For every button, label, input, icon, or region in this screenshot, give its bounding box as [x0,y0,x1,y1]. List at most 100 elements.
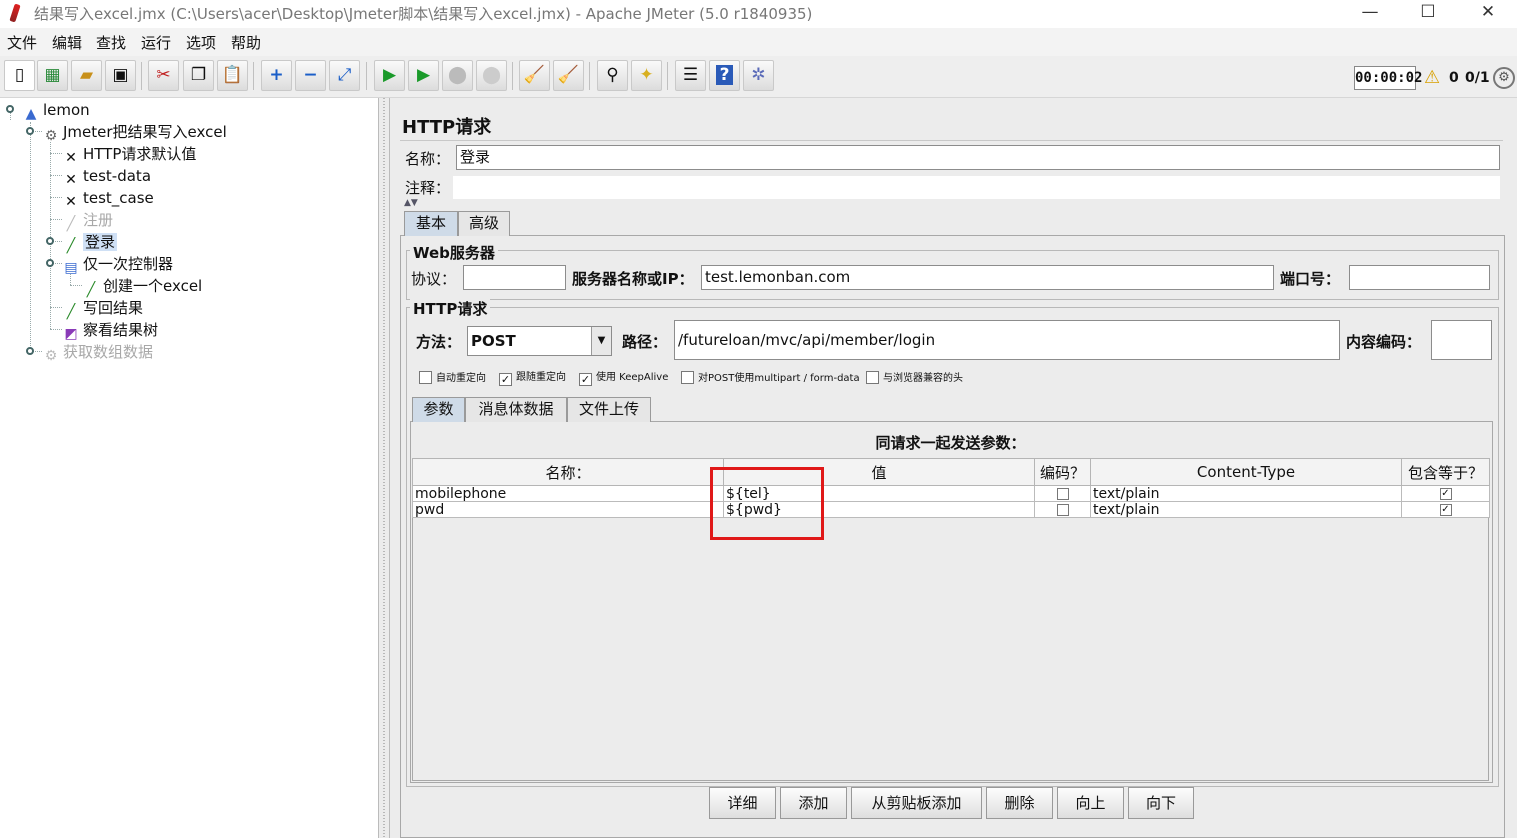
tree-node-view-results[interactable]: ◩ 察看结果树 [62,320,158,342]
protocol-field[interactable] [463,265,566,290]
param-name[interactable]: mobilephone [412,485,724,502]
checkbox[interactable] [419,371,432,384]
copy-icon[interactable]: ❐ [183,60,214,91]
toggle-icon[interactable]: ⤢ [329,60,360,91]
comment-field[interactable] [452,175,1501,200]
close-button[interactable]: ✕ [1459,0,1517,28]
tree-toggle-login[interactable] [46,237,54,245]
tree-node-test-data[interactable]: ✕ test-data [62,166,151,188]
col-encode[interactable]: 编码？ [1034,458,1091,486]
checkbox[interactable] [1056,487,1069,500]
tree-node-http-defaults[interactable]: ✕ HTTP请求默认值 [62,144,196,166]
option-multipart[interactable]: 对POST使用multipart / form-data [681,371,860,386]
checkbox-checked[interactable]: ✓ [1439,487,1452,500]
param-content-type[interactable]: text/plain [1090,485,1402,502]
menu-run[interactable]: 运行 [141,32,171,53]
test-plan-tree: ▲ lemon ⚙ Jmeter把结果写入excel ✕ HTTP请求默认值 ✕ tes… [0,98,378,838]
add-from-clipboard-button[interactable]: 从剪贴板添加 [851,787,982,819]
tree-node-test-plan[interactable]: ▲ lemon [22,100,90,122]
add-button[interactable]: 添加 [780,787,847,819]
option-follow-redirect[interactable]: ✓ 跟随重定向 [499,371,566,386]
stop-icon[interactable]: ⬤ [442,60,473,91]
col-content-type[interactable]: Content-Type [1090,458,1402,486]
param-content-type[interactable]: text/plain [1090,501,1402,518]
collapse-arrows-icon[interactable]: ▲▼ [404,198,418,208]
start-no-pause-icon[interactable]: ▶ [408,60,439,91]
name-field[interactable]: 登录 [456,145,1500,170]
table-row[interactable]: mobilephone ${tel} text/plain ✓ [412,485,1490,502]
param-encode[interactable] [1034,501,1091,518]
menu-help[interactable]: 帮助 [231,32,261,53]
checkbox[interactable] [866,371,879,384]
table-row[interactable]: pwd ${pwd} text/plain ✓ [412,501,1490,518]
param-name[interactable]: pwd [412,501,724,518]
new-icon[interactable]: ▯ [4,60,35,91]
menu-search[interactable]: 查找 [96,32,126,53]
col-include-equals[interactable]: 包含等于？ [1401,458,1490,486]
help-icon[interactable]: ? [709,60,740,91]
col-name[interactable]: 名称： [412,458,724,486]
clear-all-icon[interactable]: 🧹 [553,60,584,91]
tab-basic[interactable]: 基本 [404,211,458,236]
templates-icon[interactable]: ▦ [37,60,68,91]
tree-toggle-lemon[interactable] [6,105,14,113]
warning-icon[interactable]: ⚠ [1424,67,1440,88]
tab-advanced[interactable]: 高级 [458,211,510,236]
content-encoding-field[interactable] [1431,320,1492,360]
checkbox-checked[interactable]: ✓ [1439,503,1452,516]
port-field[interactable] [1349,265,1490,290]
option-keepalive[interactable]: ✓ 使用 KeepAlive [579,371,668,386]
tab-body-data[interactable]: 消息体数据 [465,397,567,422]
tab-file-upload[interactable]: 文件上传 [567,397,651,422]
option-browser-headers[interactable]: 与浏览器兼容的头 [866,371,963,386]
tree-toggle-once-controller[interactable] [46,259,54,267]
method-select[interactable]: POST ▼ [467,326,612,356]
paste-icon[interactable]: 📋 [217,60,248,91]
detail-button[interactable]: 详细 [709,787,776,819]
tree-toggle-get-array[interactable] [26,347,34,355]
checkbox-checked[interactable]: ✓ [579,373,592,386]
function-helper-icon[interactable]: ☰ [675,60,706,91]
tree-node-write-result[interactable]: ╱ 写回结果 [62,298,143,320]
tree-node-create-excel[interactable]: ╱ 创建一个excel [82,276,202,298]
menu-file[interactable]: 文件 [7,32,37,53]
checkbox-checked[interactable]: ✓ [499,373,512,386]
tab-parameters[interactable]: 参数 [412,397,465,422]
minimize-button[interactable]: — [1341,0,1399,28]
tree-node-get-array[interactable]: ⚙ 获取数组数据 [42,342,153,364]
collapse-icon[interactable]: − [295,60,326,91]
tree-node-once-controller[interactable]: ▤ 仅一次控制器 [62,254,173,276]
open-icon[interactable]: ▰ [71,60,102,91]
move-up-button[interactable]: 向上 [1057,787,1124,819]
tree-toggle-thread-group[interactable] [26,127,34,135]
start-icon[interactable]: ▶ [374,60,405,91]
path-field[interactable]: /futureloan/mvc/api/member/login [674,320,1340,360]
chevron-down-icon[interactable]: ▼ [591,327,611,355]
expand-icon[interactable]: + [261,60,292,91]
maximize-button[interactable]: ☐ [1399,0,1457,28]
tree-node-thread-group[interactable]: ⚙ Jmeter把结果写入excel [42,122,227,144]
menu-options[interactable]: 选项 [186,32,216,53]
param-include-equals[interactable]: ✓ [1401,485,1490,502]
param-encode[interactable] [1034,485,1091,502]
option-auto-redirect[interactable]: 自动重定向 [419,371,486,386]
tree-node-test-case[interactable]: ✕ test_case [62,188,154,210]
cut-icon[interactable]: ✂ [148,60,179,91]
clear-icon[interactable]: 🧹 [519,60,550,91]
remote-icon[interactable]: ✲ [743,60,774,91]
move-down-button[interactable]: 向下 [1128,787,1194,819]
shutdown-icon[interactable]: ⬤ [476,60,507,91]
tree-node-login[interactable]: ╱ 登录 [62,232,118,254]
menu-edit[interactable]: 编辑 [52,32,82,53]
delete-button[interactable]: 删除 [986,787,1053,819]
menu-bar: 文件 编辑 查找 运行 选项 帮助 [0,28,1517,56]
server-field[interactable]: test.lemonban.com [701,265,1274,290]
checkbox[interactable] [681,371,694,384]
split-pane-divider[interactable] [378,98,390,838]
checkbox[interactable] [1056,503,1069,516]
param-include-equals[interactable]: ✓ [1401,501,1490,518]
reset-search-icon[interactable]: ✦ [631,60,662,91]
save-icon[interactable]: ▣ [105,60,136,91]
tree-node-register[interactable]: ╱ 注册 [62,210,113,232]
search-icon[interactable]: ⚲ [597,60,628,91]
